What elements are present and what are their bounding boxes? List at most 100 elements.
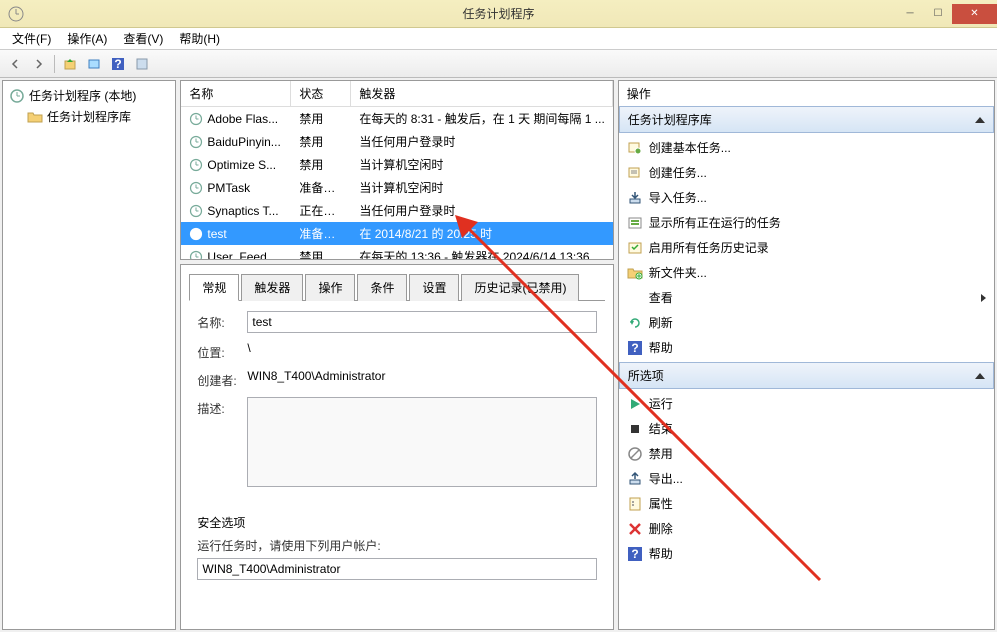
disable-icon — [627, 446, 643, 462]
create-icon — [627, 165, 643, 181]
refresh-icon — [627, 315, 643, 331]
location-value: \ — [247, 341, 596, 355]
security-title: 安全选项 — [197, 514, 596, 531]
security-text: 运行任务时，请使用下列用户帐户: — [197, 537, 596, 554]
group-selected-header[interactable]: 所选项 — [619, 362, 994, 389]
up-button[interactable] — [59, 53, 81, 75]
action-show-running[interactable]: 显示所有正在运行的任务 — [619, 210, 994, 235]
action-help[interactable]: ?帮助 — [619, 335, 994, 360]
action-view[interactable]: 查看 — [619, 285, 994, 310]
tab-history[interactable]: 历史记录(已禁用) — [461, 274, 579, 301]
action-enable-history[interactable]: 启用所有任务历史记录 — [619, 235, 994, 260]
minimize-button[interactable]: ─ — [896, 4, 924, 24]
menu-file[interactable]: 文件(F) — [4, 28, 59, 49]
action-import[interactable]: 导入任务... — [619, 185, 994, 210]
properties-icon — [627, 496, 643, 512]
view-icon — [627, 290, 643, 306]
task-row[interactable]: Synaptics T...正在运行当任何用户登录时 — [181, 199, 612, 222]
col-header-status[interactable]: 状态 — [291, 81, 351, 106]
action-label: 创建基本任务... — [649, 139, 731, 156]
action-label: 帮助 — [649, 545, 673, 562]
tab-triggers[interactable]: 触发器 — [241, 274, 303, 301]
toolbar-icon-1[interactable] — [83, 53, 105, 75]
delete-icon — [627, 521, 643, 537]
clock-icon — [189, 227, 203, 241]
task-trigger: 在 2014/8/21 的 20:25 时 — [351, 222, 612, 245]
clock-icon — [189, 112, 203, 126]
back-button[interactable] — [4, 53, 26, 75]
name-label: 名称: — [197, 311, 247, 331]
action-disable[interactable]: 禁用 — [619, 441, 994, 466]
app-icon — [8, 6, 24, 22]
clock-icon — [189, 204, 203, 218]
task-trigger: 当计算机空闲时 — [351, 176, 612, 199]
action-label: 属性 — [649, 495, 673, 512]
maximize-button[interactable]: ☐ — [924, 4, 952, 24]
action-label: 查看 — [649, 289, 673, 306]
group-selected-title: 所选项 — [628, 367, 664, 384]
chevron-right-icon — [981, 294, 986, 302]
task-row[interactable]: Adobe Flas... 禁用在每天的 8:31 - 触发后，在 1 天 期间每… — [181, 107, 612, 130]
group-library-title: 任务计划程序库 — [628, 111, 712, 128]
action-label: 新文件夹... — [649, 264, 707, 281]
tab-general[interactable]: 常规 — [189, 274, 239, 301]
menu-action[interactable]: 操作(A) — [59, 28, 115, 49]
actions-header: 操作 — [619, 81, 994, 106]
action-properties[interactable]: 属性 — [619, 491, 994, 516]
action-label: 导入任务... — [649, 189, 707, 206]
titlebar: 任务计划程序 ─ ☐ ✕ — [0, 0, 997, 28]
task-row[interactable]: PMTask准备就绪当计算机空闲时 — [181, 176, 612, 199]
action-refresh[interactable]: 刷新 — [619, 310, 994, 335]
group-library-header[interactable]: 任务计划程序库 — [619, 106, 994, 133]
action-export[interactable]: 导出... — [619, 466, 994, 491]
clock-icon — [189, 250, 203, 261]
task-status: 禁用 — [291, 107, 351, 130]
action-create[interactable]: 创建任务... — [619, 160, 994, 185]
task-row[interactable]: User_Feed_...禁用在每天的 13:36 - 触发器在 2024/6/… — [181, 245, 612, 260]
tab-settings[interactable]: 设置 — [409, 274, 459, 301]
tree-panel: 任务计划程序 (本地) 任务计划程序库 — [2, 80, 176, 630]
task-name: Adobe Flas... — [207, 112, 278, 126]
help-icon: ? — [627, 546, 643, 562]
tab-actions[interactable]: 操作 — [305, 274, 355, 301]
tree-root[interactable]: 任务计划程序 (本地) — [7, 85, 171, 106]
task-row[interactable]: Optimize S...禁用当计算机空闲时 — [181, 153, 612, 176]
task-name: Optimize S... — [207, 158, 276, 172]
collapse-icon — [975, 117, 985, 123]
action-new-folder[interactable]: 新文件夹... — [619, 260, 994, 285]
toolbar-icon-2[interactable] — [131, 53, 153, 75]
menu-view[interactable]: 查看(V) — [115, 28, 171, 49]
tree-library[interactable]: 任务计划程序库 — [7, 106, 171, 127]
forward-button[interactable] — [28, 53, 50, 75]
task-name: test — [207, 227, 226, 241]
action-run[interactable]: 运行 — [619, 391, 994, 416]
import-icon — [627, 190, 643, 206]
help-icon[interactable]: ? — [107, 53, 129, 75]
task-name: PMTask — [207, 181, 250, 195]
task-name: BaiduPinyin... — [207, 135, 280, 149]
tree-root-label: 任务计划程序 (本地) — [29, 87, 136, 104]
action-label: 帮助 — [649, 339, 673, 356]
toolbar: ? — [0, 50, 997, 78]
col-header-name[interactable]: 名称 — [181, 81, 291, 106]
tab-conditions[interactable]: 条件 — [357, 274, 407, 301]
task-trigger: 在每天的 13:36 - 触发器在 2024/6/14 13:36... — [351, 245, 612, 260]
action-end[interactable]: 结束 — [619, 416, 994, 441]
col-header-trigger[interactable]: 触发器 — [351, 81, 612, 106]
clock-icon — [189, 135, 203, 149]
action-help[interactable]: ? 帮助 — [619, 541, 994, 566]
task-status: 禁用 — [291, 130, 351, 153]
svg-text:?: ? — [631, 547, 638, 561]
name-field[interactable] — [247, 311, 596, 333]
action-create-basic[interactable]: 创建基本任务... — [619, 135, 994, 160]
desc-field[interactable] — [247, 397, 596, 487]
new-folder-icon — [627, 265, 643, 281]
tree-library-label: 任务计划程序库 — [47, 108, 131, 125]
task-row[interactable]: BaiduPinyin... 禁用当任何用户登录时 — [181, 130, 612, 153]
action-delete[interactable]: 删除 — [619, 516, 994, 541]
task-trigger: 当任何用户登录时 — [351, 130, 612, 153]
menu-help[interactable]: 帮助(H) — [171, 28, 228, 49]
close-button[interactable]: ✕ — [952, 4, 997, 24]
task-row[interactable]: test准备就绪在 2014/8/21 的 20:25 时 — [181, 222, 612, 245]
task-trigger: 在每天的 8:31 - 触发后，在 1 天 期间每隔 1 ... — [351, 107, 612, 130]
